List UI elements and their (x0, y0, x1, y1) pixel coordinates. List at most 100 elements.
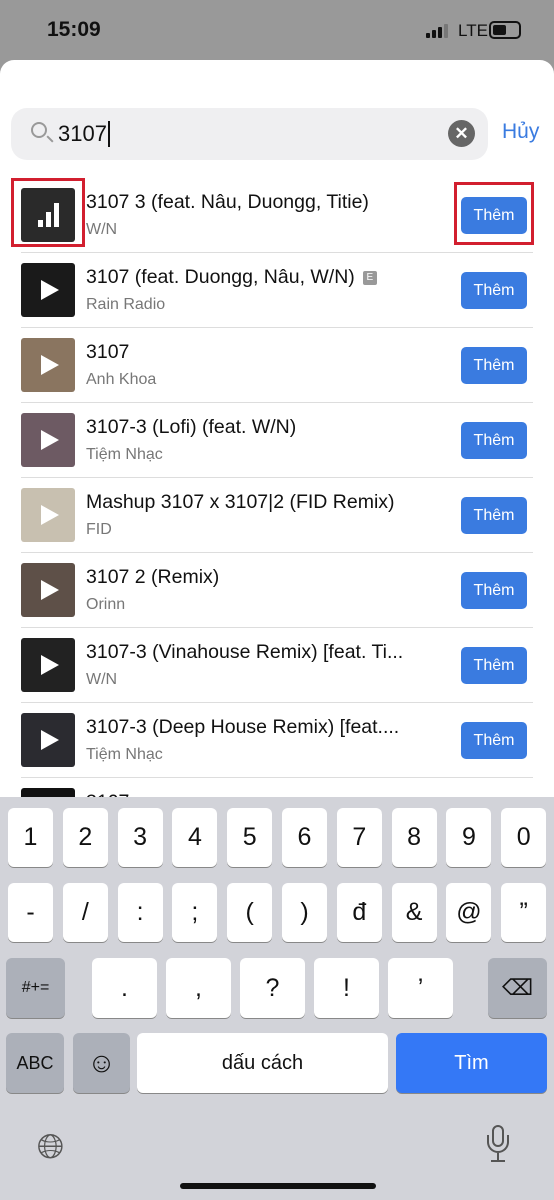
list-item[interactable]: 3107 (feat. Duongg, Nâu, W/N) E Rain Radio… (0, 253, 554, 328)
key-label: ? (265, 974, 280, 1002)
artist-name: Rain Radio (86, 296, 166, 313)
key-label: 0 (516, 823, 531, 851)
home-indicator (180, 1183, 376, 1189)
song-title: 3107-3 (Vinahouse Remix) [feat. Ti... (86, 641, 404, 663)
key-symbol[interactable]: @ (446, 883, 492, 942)
emoji-key[interactable]: ☺ (73, 1033, 130, 1093)
key-symbol[interactable]: ) (282, 883, 327, 942)
key-4[interactable]: 5 (227, 808, 273, 867)
key-punct[interactable]: ’ (388, 958, 453, 1018)
artist-name: Tiệm Nhạc (86, 446, 163, 463)
key-label: 9 (461, 823, 476, 851)
key-punct[interactable]: , (166, 958, 231, 1018)
search-input[interactable]: 3107 ✕ (11, 108, 488, 160)
battery-icon (489, 21, 521, 39)
highlight-box (11, 178, 85, 247)
artist-name: Anh Khoa (86, 371, 157, 388)
key-punct[interactable]: . (92, 958, 157, 1018)
add-button[interactable]: Thêm (461, 422, 527, 459)
symbols-key[interactable]: #+= (6, 958, 65, 1018)
key-label: 6 (297, 823, 312, 851)
list-item[interactable]: Mashup 3107 x 3107|2 (FID Remix) FID Thêm (0, 478, 554, 553)
song-title: 3107 (86, 341, 130, 363)
space-key[interactable]: dấu cách (137, 1033, 388, 1093)
add-button[interactable]: Thêm (461, 497, 527, 534)
key-3[interactable]: 4 (172, 808, 218, 867)
key-label: ’ (417, 974, 424, 1002)
song-title: 3107-3 (Lofi) (feat. W/N) (86, 416, 297, 438)
key-label: 5 (242, 823, 257, 851)
key-symbol[interactable]: ( (227, 883, 273, 942)
key-label: 8 (407, 823, 422, 851)
artist-name: Tiệm Nhạc (86, 746, 163, 763)
key-label: ! (343, 974, 350, 1002)
list-item[interactable]: 3107-3 (Vinahouse Remix) [feat. Ti... W/N… (0, 628, 554, 703)
emoji-icon: ☺ (87, 1047, 116, 1078)
key-6[interactable]: 7 (336, 808, 382, 867)
network-type: LTE (458, 21, 488, 40)
song-title: 3107 (feat. Duongg, Nâu, W/N) E (86, 266, 377, 289)
add-button[interactable]: Thêm (461, 647, 527, 684)
key-label: / (81, 898, 89, 926)
key-label: & (405, 898, 423, 926)
key-5[interactable]: 6 (282, 808, 327, 867)
signal-icon (426, 24, 448, 38)
add-button[interactable]: Thêm (461, 722, 527, 759)
key-symbol[interactable]: - (8, 883, 53, 942)
song-title: 3107 2 (Remix) (86, 566, 220, 588)
search-query[interactable]: 3107 (58, 121, 110, 147)
key-symbol[interactable]: / (62, 883, 108, 942)
key-label: 2 (78, 823, 93, 851)
explicit-badge: E (362, 271, 377, 285)
key-label: Tìm (454, 1052, 489, 1074)
delete-key[interactable]: ⌫ (488, 958, 547, 1018)
key-symbol[interactable]: & (391, 883, 437, 942)
status-bar: 15:09 LTE (0, 0, 554, 60)
play-icon (41, 430, 59, 450)
key-label: 3 (133, 823, 148, 851)
key-label: ABC (16, 1053, 54, 1073)
key-label: ” (519, 898, 528, 926)
album-art (21, 563, 75, 617)
album-art (21, 338, 75, 392)
list-item[interactable]: 3107 2 (Remix) Orinn Thêm (0, 553, 554, 628)
play-icon (41, 730, 59, 750)
key-label: #+= (21, 979, 50, 996)
list-item[interactable]: 3107 3 (feat. Nâu, Duongg, Titie) W/N Thêm (0, 178, 554, 253)
list-item[interactable]: 3107 Anh Khoa Thêm (0, 328, 554, 403)
microphone-icon[interactable] (487, 1125, 509, 1165)
key-7[interactable]: 8 (391, 808, 437, 867)
album-art (21, 713, 75, 767)
key-label: , (195, 974, 202, 1002)
key-1[interactable]: 2 (62, 808, 108, 867)
key-symbol[interactable]: ” (501, 883, 547, 942)
key-0[interactable]: 1 (8, 808, 53, 867)
key-punct[interactable]: ? (240, 958, 305, 1018)
key-label: ( (245, 898, 254, 926)
key-8[interactable]: 9 (446, 808, 492, 867)
key-2[interactable]: 3 (117, 808, 163, 867)
key-symbol[interactable]: đ (336, 883, 382, 942)
abc-key[interactable]: ABC (6, 1033, 64, 1093)
cancel-button[interactable]: Hủy (502, 120, 539, 144)
play-icon (41, 280, 59, 300)
artist-name: W/N (86, 671, 118, 688)
key-label: 1 (23, 823, 38, 851)
add-button[interactable]: Thêm (461, 272, 527, 309)
search-key[interactable]: Tìm (396, 1033, 547, 1093)
key-9[interactable]: 0 (501, 808, 547, 867)
key-symbol[interactable]: : (117, 883, 163, 942)
add-button[interactable]: Thêm (461, 347, 527, 384)
list-item[interactable]: 3107-3 (Lofi) (feat. W/N) Tiệm Nhạc Thêm (0, 403, 554, 478)
list-item[interactable]: 3107-3 (Deep House Remix) [feat.... Tiệm … (0, 703, 554, 778)
album-art (21, 263, 75, 317)
clear-icon[interactable]: ✕ (448, 120, 475, 147)
globe-icon[interactable]: 🌐︎ (37, 1128, 64, 1167)
key-punct[interactable]: ! (314, 958, 379, 1018)
key-label: đ (352, 898, 367, 926)
album-art (21, 488, 75, 542)
key-symbol[interactable]: ; (172, 883, 218, 942)
key-label: ; (191, 898, 199, 926)
add-button[interactable]: Thêm (461, 572, 527, 609)
search-icon (31, 122, 47, 138)
